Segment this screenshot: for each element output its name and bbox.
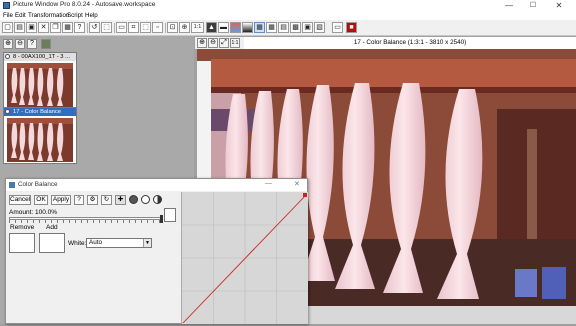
amount-ticks [9,220,163,223]
radio-icon[interactable] [5,109,10,114]
reset-icon[interactable]: ↻ [101,195,112,205]
amount-slider-thumb[interactable] [160,215,163,223]
undo-icon[interactable]: ↺ [89,22,100,33]
chevron-down-icon: ▼ [143,239,151,247]
close-button[interactable]: ✕ [548,0,570,11]
paste-icon[interactable]: ▦ [62,22,73,33]
app-icon [3,2,10,9]
white-label: White: [68,240,87,247]
add-color-swatch[interactable] [39,233,65,253]
plugin-icon[interactable]: ✚ [115,195,126,205]
apply-button[interactable]: Apply [51,195,71,205]
add-label: Add [46,224,58,231]
background-color-icon[interactable] [41,39,51,49]
layers-icon[interactable]: ▧ [314,22,325,33]
gradient-icon[interactable] [242,22,253,33]
image-window-title: 17 - Color Balance (1:3:1 - 3810 x 2540) [244,37,576,49]
screen-icon[interactable]: ▭ [332,22,343,33]
maximize-button[interactable]: ☐ [522,0,544,11]
fullscreen-icon[interactable]: ■ [346,22,357,33]
frame-icon[interactable]: ▭ [116,22,127,33]
zoom-in-icon[interactable]: ⊕ [197,38,207,48]
title-bar: Picture Window Pro 8.0.24 - Autosave.wor… [0,0,576,11]
remove-label: Remove [10,224,35,231]
cancel-button[interactable]: Cancel [9,195,31,205]
dark-mode-icon[interactable] [129,195,138,204]
color-icon[interactable] [230,22,241,33]
histogram-icon[interactable]: ▲ [206,22,217,33]
window-title: Picture Window Pro 8.0.24 - Autosave.wor… [13,1,156,8]
grid-icon[interactable]: ▦ [254,22,265,33]
pointer-icon[interactable]: ⊡ [167,22,178,33]
zoom-icon[interactable]: ⊕ [179,22,190,33]
delete-icon[interactable]: ✕ [38,22,49,33]
minimize-button[interactable]: — [498,0,520,11]
menu-script[interactable]: Script [67,12,83,19]
actual-size-button[interactable]: 1:1 [230,38,240,48]
menu-file[interactable]: File [3,12,13,19]
save-icon[interactable]: ▣ [26,22,37,33]
zoom-ratio-button[interactable]: 1:1 [191,22,204,33]
thumbnail-label: 17 - Color Balance [4,108,76,116]
remove-color-swatch[interactable] [9,233,35,253]
zoom-in-icon[interactable]: ⊕ [3,39,13,49]
main-toolbar: ▢ ▤ ▣ ✕ ❐ ▦ ? ↺ ⬚ ▭ ⌗ ⬚ ▫ ⊡ ⊕ 1:1 ▲ ▬ ▦ … [0,20,576,36]
curve-handle[interactable] [303,193,307,197]
amount-label: Amount: 100.0% [9,209,58,216]
thumbnail-image [7,63,73,107]
ok-button[interactable]: OK [34,195,48,205]
open-icon[interactable]: ▤ [14,22,25,33]
layout-icon[interactable]: ▣ [302,22,313,33]
white-select[interactable]: Auto ▼ [86,238,152,248]
menu-help[interactable]: Help [85,12,98,19]
thumbnail-item[interactable]: 17 - Color Balance [3,107,77,164]
dialog-icon [9,182,15,188]
levels-icon[interactable]: ▬ [218,22,229,33]
new-icon[interactable]: ▢ [2,22,13,33]
balance-curve [182,194,307,324]
dialog-close-button[interactable]: ✕ [294,180,300,188]
amount-color-swatch[interactable] [164,208,176,222]
curve-graph[interactable] [181,192,308,324]
tile-icon[interactable]: ▦ [266,22,277,33]
cascade-icon[interactable]: ▤ [278,22,289,33]
menu-bar: File Edit Transformation Script Help [0,11,576,20]
zoom-out-icon[interactable]: ⊖ [15,39,25,49]
dialog-minimize-button[interactable]: — [265,180,272,187]
zoom-out-icon[interactable]: ⊖ [208,38,218,48]
mosaic-icon[interactable]: ▩ [290,22,301,33]
thumbnail-item[interactable]: 8 - 00AX100_1T - 3 ... [3,52,77,109]
color-balance-dialog: Color Balance — ✕ Cancel OK Apply ? ⚙ ↻ … [5,178,308,324]
thumbnail-label: 8 - 00AX100_1T - 3 ... [4,53,76,61]
help-icon[interactable]: ? [27,39,37,49]
menu-edit[interactable]: Edit [15,12,26,19]
half-mode-icon[interactable] [153,195,162,204]
help-button[interactable]: ? [74,195,84,205]
menu-transformation[interactable]: Transformation [28,12,69,19]
crop-icon[interactable]: ⌗ [128,22,139,33]
light-mode-icon[interactable] [141,195,150,204]
redo-icon[interactable]: ⬚ [101,22,112,33]
marquee-icon[interactable]: ⬚ [140,22,151,33]
copy-icon[interactable]: ❐ [50,22,61,33]
select-icon[interactable]: ▫ [152,22,163,33]
thumbnail-image [7,118,73,162]
fit-icon[interactable]: ⤢ [219,38,229,48]
gear-icon[interactable]: ⚙ [87,195,98,205]
dialog-title: Color Balance [6,179,307,191]
white-select-value: Auto [89,239,102,246]
radio-icon[interactable] [5,54,10,59]
help-icon[interactable]: ? [74,22,85,33]
